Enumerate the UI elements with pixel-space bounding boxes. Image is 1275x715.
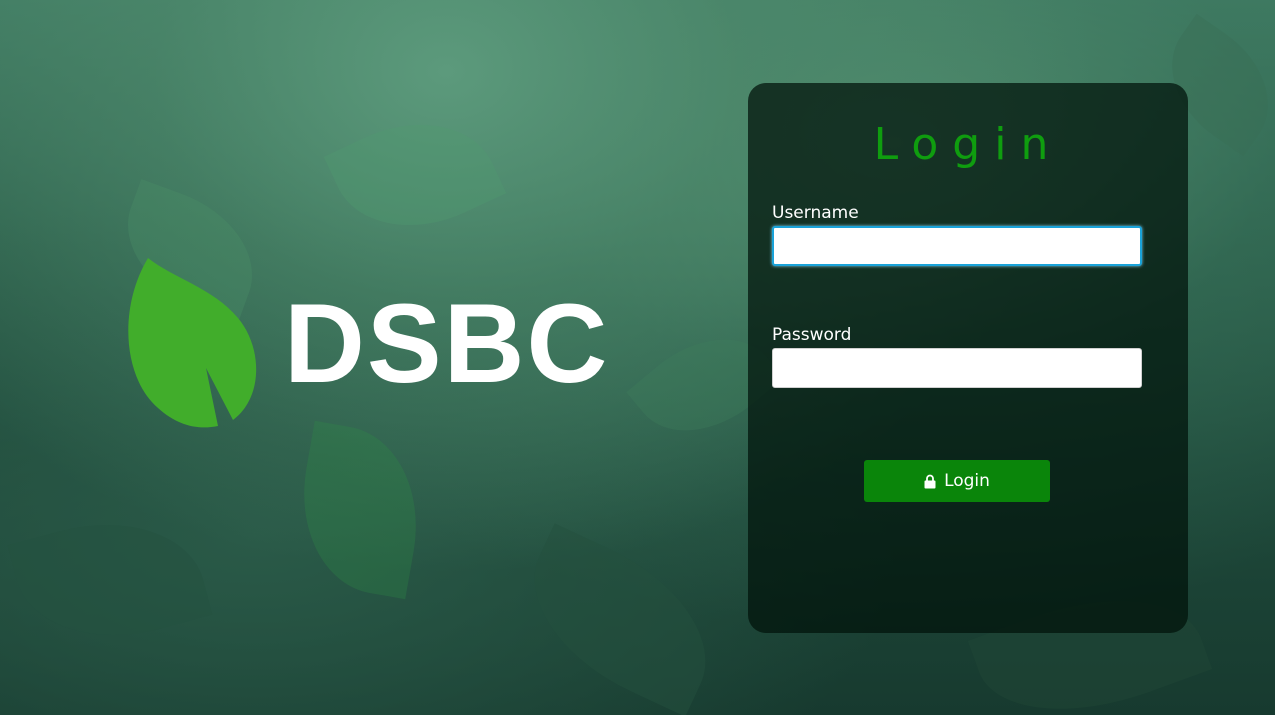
background-foliage [287,420,433,600]
password-input[interactable] [772,348,1142,388]
username-label: Username [772,203,859,223]
leaf-icon [128,258,257,428]
login-button-label: Login [944,471,990,491]
username-input[interactable] [772,226,1142,266]
login-panel: Login Username Password Login [748,83,1188,633]
login-button[interactable]: Login [864,460,1050,502]
lock-icon [924,474,936,488]
login-title: Login [873,119,1063,170]
background-foliage [323,93,507,257]
background-foliage [504,523,736,715]
brand-name: DSBC [284,281,610,406]
brand-logo: DSBC [128,258,609,430]
background-foliage [7,498,213,662]
login-page: DSBC Login Username Password Login [0,0,1275,715]
password-label: Password [772,325,852,345]
